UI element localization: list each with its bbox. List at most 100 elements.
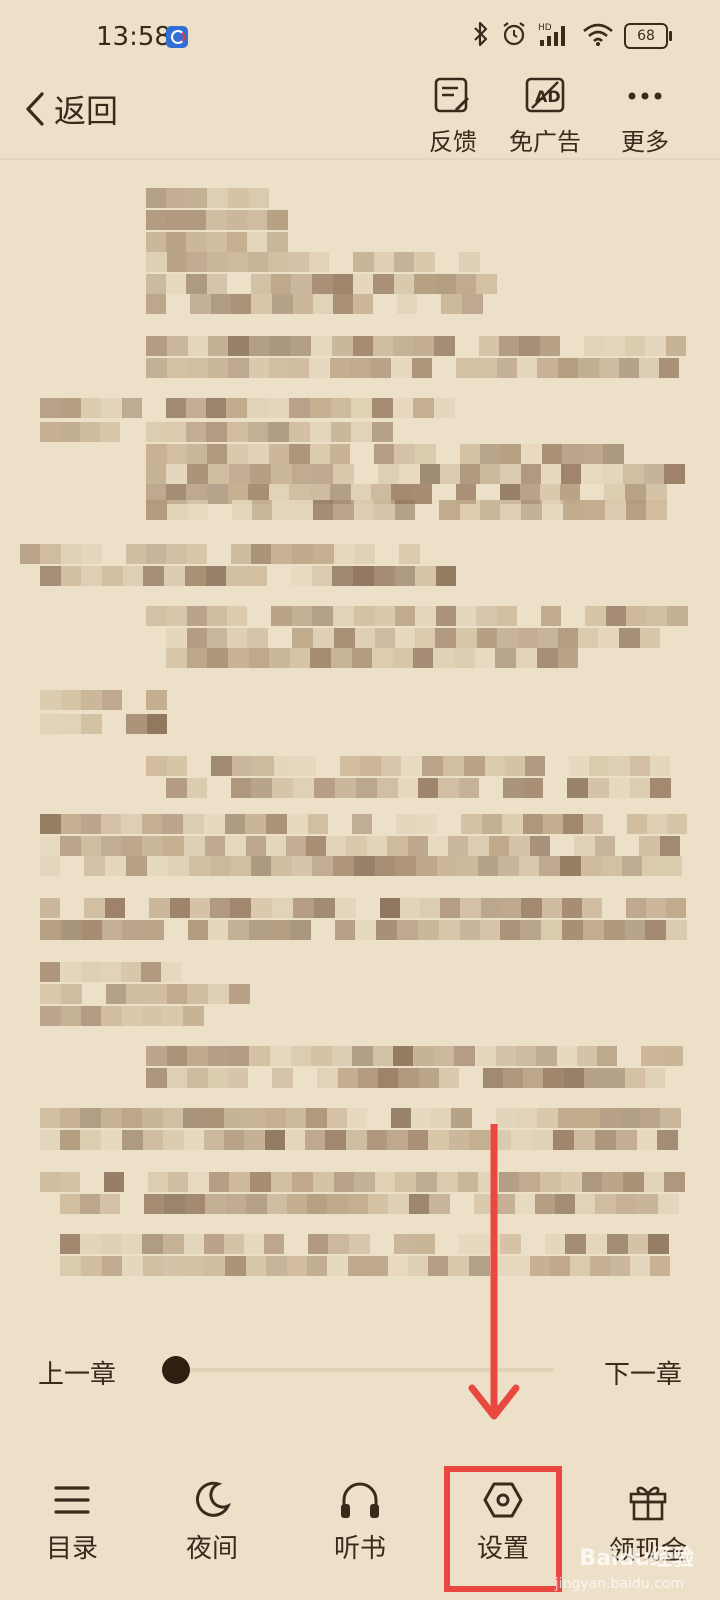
blurred-text-block	[372, 398, 393, 418]
blurred-text-block	[251, 898, 272, 918]
blurred-text-block	[586, 1234, 607, 1254]
blurred-text-block	[61, 814, 81, 834]
feedback-button[interactable]: 反馈	[408, 76, 498, 157]
blurred-text-block	[574, 836, 595, 856]
blurred-text-block	[436, 566, 456, 586]
blurred-text-block	[229, 464, 250, 484]
blurred-text-block	[408, 1130, 428, 1150]
chapter-progress: 上一章 下一章	[0, 1340, 720, 1400]
blurred-text-block	[589, 756, 609, 776]
blurred-text-block	[607, 1234, 628, 1254]
blurred-text-block	[588, 778, 609, 798]
blurred-text-block	[146, 1046, 167, 1066]
blurred-text-block	[185, 566, 206, 586]
blurred-text-block	[498, 856, 519, 876]
blurred-text-block	[207, 188, 228, 208]
blurred-text-block	[187, 444, 207, 464]
blurred-text-block	[461, 814, 482, 834]
blurred-text-block	[353, 336, 373, 356]
blurred-text-block	[292, 1172, 313, 1192]
blurred-text-block	[387, 1130, 408, 1150]
blurred-text-block	[249, 648, 269, 668]
blurred-text-block	[644, 1172, 664, 1192]
blurred-text-block	[562, 898, 582, 918]
blurred-text-block	[541, 606, 561, 626]
blurred-text-block	[535, 1194, 555, 1214]
more-button[interactable]: 更多	[600, 76, 690, 157]
blurred-text-block	[523, 814, 543, 834]
blurred-text-block	[144, 1194, 164, 1214]
blurred-text-block	[585, 606, 606, 626]
toolbar-listen[interactable]: 听书	[300, 1480, 420, 1565]
blurred-text-block	[253, 756, 274, 776]
blurred-text-block	[578, 628, 598, 648]
no-ads-button[interactable]: AD 免广告	[500, 76, 590, 157]
wifi-icon	[582, 21, 614, 51]
blurred-text-block	[354, 606, 375, 626]
blurred-text-block	[142, 836, 163, 856]
blurred-text-block	[146, 1068, 167, 1088]
blurred-text-block	[353, 274, 373, 294]
blurred-text-block	[146, 756, 167, 776]
blurred-text-block	[308, 814, 328, 834]
blurred-text-block	[61, 544, 81, 564]
watermark-url: jingyan.baidu.com	[554, 1576, 684, 1592]
blurred-text-block	[642, 856, 662, 876]
blurred-text-block	[623, 1172, 644, 1192]
blurred-text-block	[224, 1234, 244, 1254]
blurred-text-block	[521, 500, 542, 520]
toolbar-night[interactable]: 夜间	[152, 1480, 272, 1565]
blurred-text-block	[602, 1172, 623, 1192]
blurred-text-block	[545, 1234, 565, 1254]
blurred-text-block	[372, 648, 393, 668]
blurred-text-block	[577, 1046, 597, 1066]
blurred-text-block	[428, 836, 448, 856]
back-button[interactable]: 返回	[24, 86, 118, 132]
blurred-text-block	[244, 1108, 265, 1128]
blurred-text-block	[437, 856, 457, 876]
blurred-text-block	[374, 444, 394, 464]
blurred-text-block	[462, 294, 483, 314]
blurred-text-block	[40, 398, 60, 418]
gift-icon	[629, 1486, 667, 1521]
blurred-text-block	[105, 898, 125, 918]
blurred-text-block	[525, 756, 545, 776]
blurred-text-block	[287, 1256, 307, 1276]
blurred-text-block	[143, 920, 164, 940]
blurred-text-block	[662, 856, 682, 876]
next-chapter-button[interactable]: 下一章	[604, 1354, 682, 1391]
blurred-text-block	[658, 1194, 679, 1214]
blurred-text-block	[475, 648, 495, 668]
blurred-text-block	[295, 756, 316, 776]
blurred-text-block	[81, 962, 101, 982]
blurred-text-block	[495, 648, 516, 668]
blurred-text-block	[409, 1194, 429, 1214]
prev-chapter-button[interactable]: 上一章	[38, 1354, 116, 1391]
blurred-text-block	[414, 274, 435, 294]
reading-page-content[interactable]	[0, 160, 720, 1320]
blurred-text-block	[575, 1194, 595, 1214]
blurred-text-block	[468, 836, 489, 856]
blurred-text-block	[666, 336, 686, 356]
blurred-text-block	[521, 464, 541, 484]
blurred-text-block	[100, 422, 120, 442]
blurred-text-block	[417, 814, 437, 834]
blurred-text-block	[183, 1108, 203, 1128]
blurred-text-block	[146, 294, 166, 314]
blurred-text-block	[609, 756, 630, 776]
no-ads-icon: AD	[525, 77, 565, 113]
toolbar-catalog[interactable]: 目录	[12, 1480, 132, 1565]
blurred-text-block	[599, 358, 619, 378]
blurred-text-block	[187, 464, 208, 484]
alarm-icon	[500, 20, 528, 52]
blurred-text-block	[334, 628, 355, 648]
blurred-text-block	[208, 920, 228, 940]
blurred-text-block	[333, 500, 354, 520]
blurred-text-block	[641, 1046, 662, 1066]
blurred-text-block	[595, 1194, 616, 1214]
progress-handle[interactable]	[162, 1356, 190, 1384]
blurred-text-block	[505, 756, 525, 776]
battery-icon: 68	[624, 23, 672, 49]
blurred-text-block	[355, 544, 375, 564]
blurred-text-block	[312, 274, 333, 294]
